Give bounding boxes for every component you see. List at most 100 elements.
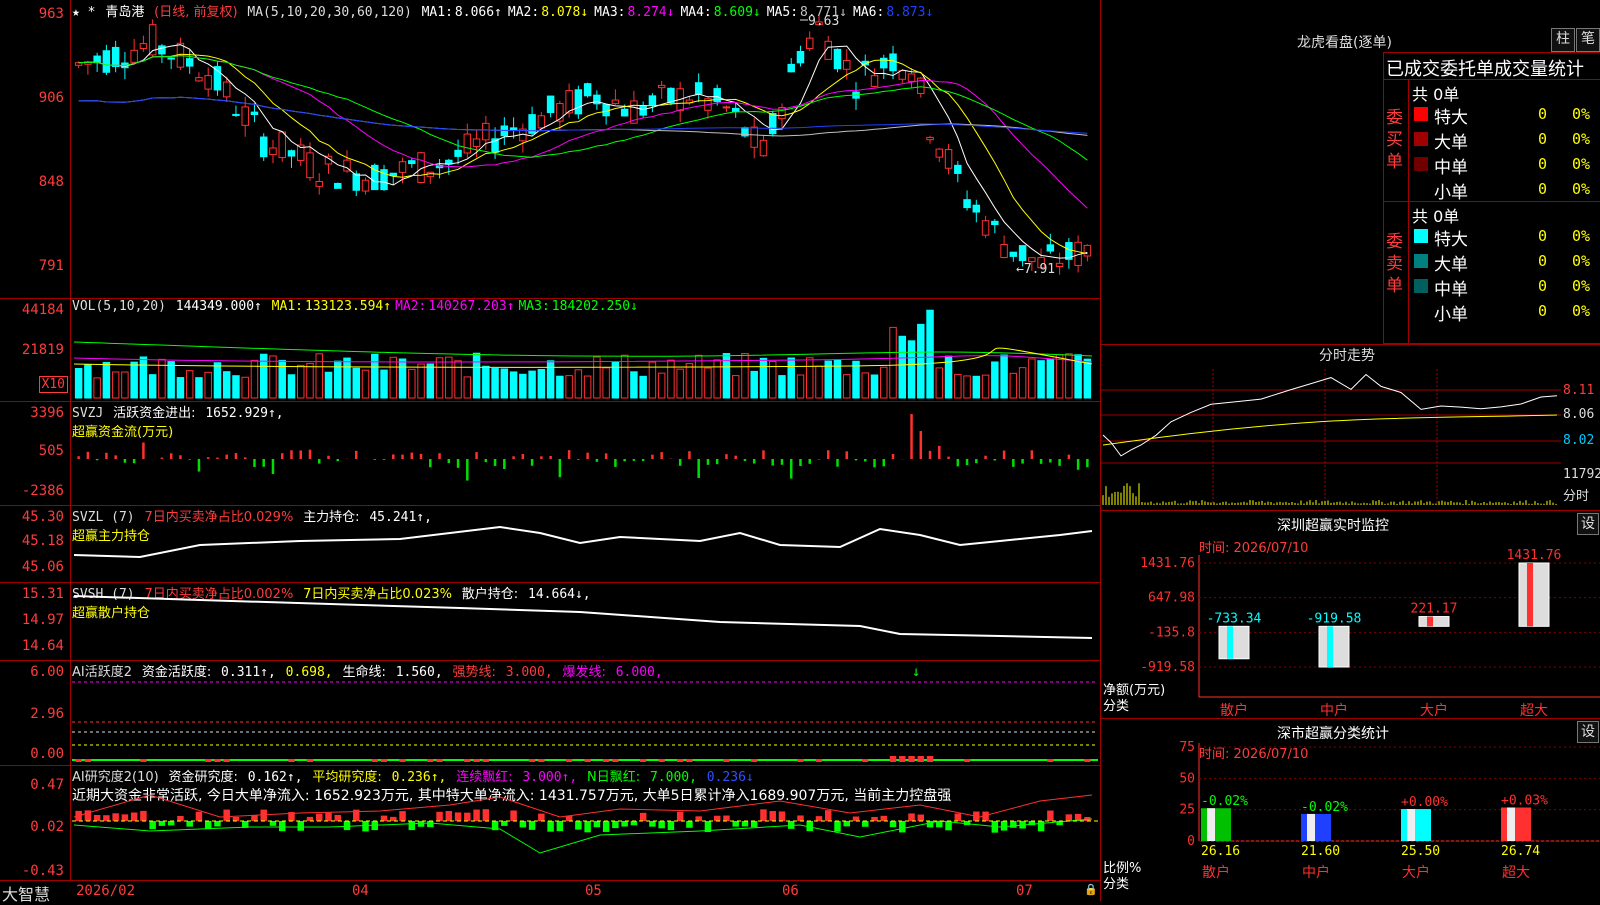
svzj-panel[interactable]: 3396 505 -2386 SVZJ 活跃资金进出: 1652.929↑, 超… xyxy=(0,401,1100,506)
order-pct: 0% xyxy=(1572,180,1591,198)
research-bar xyxy=(454,812,462,821)
candle-body xyxy=(611,99,620,105)
volume-bar xyxy=(213,362,222,399)
ratio-value-label: 26.74 xyxy=(1501,844,1540,859)
research-bar xyxy=(519,821,527,828)
volume-bar xyxy=(833,359,842,399)
volume-bar xyxy=(870,374,879,399)
order-count: 0 xyxy=(1538,105,1548,123)
buy-total: 共 0单 xyxy=(1412,85,1460,104)
research-bar xyxy=(436,811,443,821)
volume-bar xyxy=(500,368,509,399)
volume-bar xyxy=(93,377,101,399)
category-label: 大户 xyxy=(1402,864,1430,881)
research-bar xyxy=(380,815,388,821)
volume-bar xyxy=(815,365,823,399)
net-amount-bar-stripe xyxy=(1527,563,1533,627)
activity-bar xyxy=(204,759,212,762)
volume-bar xyxy=(796,374,805,399)
volume-bar xyxy=(241,376,249,399)
candle-body xyxy=(278,131,286,159)
volume-bar xyxy=(139,356,148,399)
activity-bar xyxy=(899,756,906,762)
x-tick-label: 07 xyxy=(1016,883,1033,899)
volume-bar xyxy=(491,368,499,399)
order-count: 0 xyxy=(1538,227,1548,245)
volume-bar xyxy=(583,375,592,399)
research-bar xyxy=(880,815,888,821)
category-label: 散户 xyxy=(1220,702,1248,719)
candle-body xyxy=(889,53,897,72)
activity-bar xyxy=(214,759,221,762)
research-bar xyxy=(834,821,841,832)
order-size-name: 中单 xyxy=(1434,280,1468,300)
activity-bar xyxy=(584,759,591,762)
x-tick-label: 05 xyxy=(585,883,602,899)
research-bar xyxy=(862,821,869,827)
bar-value-label: 221.17 xyxy=(1411,602,1458,617)
research-bar xyxy=(621,821,628,827)
intraday-panel[interactable]: 分时走势 8.11 8.06 8.02 11792 分时 xyxy=(1100,344,1600,511)
tick-view-button[interactable]: 笔 xyxy=(1576,28,1600,52)
volume-bar xyxy=(519,373,527,399)
volume-bar xyxy=(398,358,407,399)
candle-body xyxy=(843,59,851,70)
candle-body xyxy=(1018,245,1027,262)
volume-bar xyxy=(593,356,601,399)
research-bar xyxy=(658,821,665,829)
volume-bar xyxy=(991,361,999,399)
bar-view-button[interactable]: 柱 xyxy=(1551,28,1575,52)
volume-bar xyxy=(371,353,379,399)
lock-icon[interactable]: 🔒 xyxy=(1084,883,1098,896)
research-bar xyxy=(547,821,554,832)
ratio-bar-stripe xyxy=(1207,808,1215,841)
order-count: 0 xyxy=(1538,277,1548,295)
sz-stats-axis-label-2: 分类 xyxy=(1103,877,1130,892)
order-size-name: 大单 xyxy=(1434,255,1468,275)
sz-monitor-chart: 1431.76 647.98 -135.8 -919.58 -733.34 散户 -919.… xyxy=(1140,548,1600,719)
order-count: 0 xyxy=(1538,180,1548,198)
ai-activity-panel[interactable]: 6.00 2.96 0.00 AI活跃度2 资金活跃度: 0.311↑, 0.6… xyxy=(0,660,1100,766)
volume-bar xyxy=(685,363,694,399)
order-pct: 0% xyxy=(1572,277,1591,295)
volume-bar xyxy=(574,369,583,399)
research-bar xyxy=(297,821,304,831)
size-color-swatch xyxy=(1414,229,1428,243)
candle-body xyxy=(130,49,138,63)
research-bar xyxy=(464,812,471,821)
svsh-panel[interactable]: 15.31 14.97 14.64 SVSH (7) 7日内买卖净占比0.002… xyxy=(0,582,1100,661)
svzl-panel[interactable]: 45.30 45.18 45.06 SVZL (7) 7日内买卖净占比0.029… xyxy=(0,505,1100,583)
candle-body xyxy=(241,106,249,126)
volume-bar xyxy=(602,367,610,399)
candle-body xyxy=(972,204,981,213)
volume-bar xyxy=(167,361,175,399)
ratio-bar xyxy=(1401,809,1431,841)
volume-bar xyxy=(389,356,398,399)
ratio-bar-stripe xyxy=(1507,807,1515,841)
candle-body xyxy=(583,83,592,97)
kline-panel[interactable]: 963 906 848 791 ★ * 青岛港 (日线, 前复权) MA(5,1… xyxy=(0,0,1100,299)
research-bar xyxy=(778,811,786,821)
volume-panel[interactable]: 44184 21819 X10 VOL(5,10,20) 144349.000↑… xyxy=(0,298,1100,402)
candle-body xyxy=(454,149,462,157)
x-axis: 大智慧 2026/02 04 05 06 07 🔒 xyxy=(0,880,1100,904)
research-bar xyxy=(584,821,591,833)
research-bar xyxy=(797,815,804,821)
y-tick-label: 1431.76 xyxy=(1140,556,1195,571)
low-price-label: ←7.91 xyxy=(1016,262,1056,277)
research-bar xyxy=(1000,821,1008,831)
research-bar xyxy=(741,821,749,827)
volume-bar xyxy=(805,357,814,399)
candle-body xyxy=(398,161,407,173)
candle-body xyxy=(963,199,971,209)
order-size-name: 特大 xyxy=(1434,230,1468,250)
volume-bar xyxy=(296,364,305,399)
x-tick-label: 04 xyxy=(352,883,369,899)
change-label: -0.02% xyxy=(1201,794,1248,809)
ai-research-panel[interactable]: 0.47 0.02 -0.43 AI研究度2(10) 资金研究度: 0.162↑… xyxy=(0,765,1100,880)
activity-bar xyxy=(908,756,915,762)
volume-bar xyxy=(306,362,314,399)
activity-bar xyxy=(926,756,934,762)
research-bar xyxy=(1047,810,1054,821)
volume-bar xyxy=(509,371,518,399)
